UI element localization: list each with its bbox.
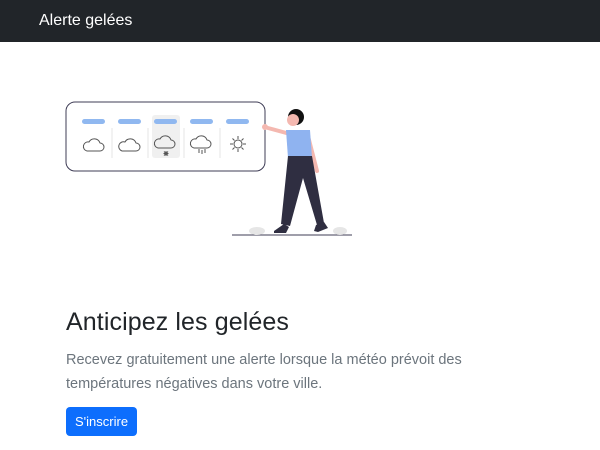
person-figure [262, 109, 328, 233]
signup-button[interactable]: S'inscrire [66, 407, 138, 436]
hero-section: Anticipez les gelées Recevez gratuitemen… [66, 308, 526, 396]
bushes [249, 227, 347, 235]
navbar-brand[interactable]: Alerte gelées [39, 12, 132, 30]
weather-illustration [65, 101, 352, 236]
lead-text: Recevez gratuitement une alerte lorsque … [66, 352, 462, 392]
page-title: Anticipez les gelées [66, 308, 289, 336]
navbar: Alerte gelées [0, 0, 600, 42]
